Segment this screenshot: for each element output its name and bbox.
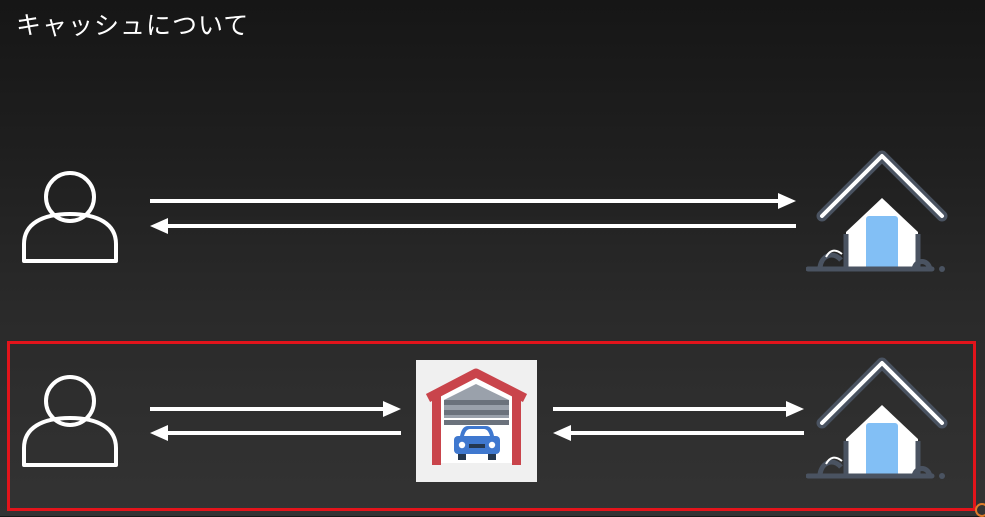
garage-icon	[425, 368, 528, 465]
house-icon	[806, 150, 948, 272]
cache-tile	[416, 360, 537, 482]
response-arrow	[553, 425, 804, 441]
slide-title: キャッシュについて	[16, 11, 250, 40]
request-arrow	[150, 193, 796, 209]
corner-mark-icon	[975, 503, 985, 517]
user-icon	[22, 375, 118, 467]
request-arrow	[150, 401, 401, 417]
house-icon	[806, 357, 948, 479]
response-arrow	[150, 425, 401, 441]
response-arrow	[150, 218, 796, 234]
user-icon	[22, 171, 118, 263]
request-arrow	[553, 401, 804, 417]
